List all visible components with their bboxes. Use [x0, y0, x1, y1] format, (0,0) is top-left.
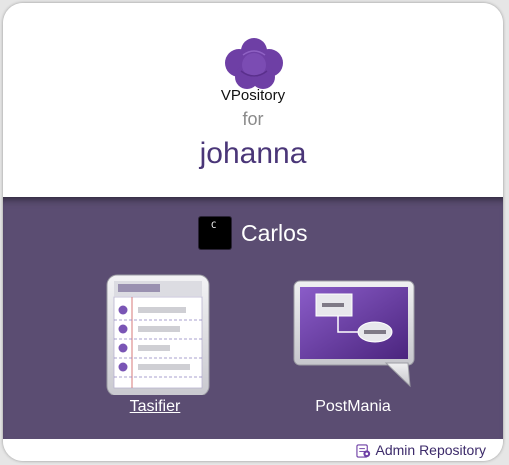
task-list-icon[interactable] — [80, 273, 230, 395]
user-name: johanna — [199, 137, 307, 170]
diagram-presentation-icon[interactable] — [278, 273, 428, 395]
account-name: Carlos — [241, 219, 308, 246]
app-label-tasifier[interactable]: Tasifier — [80, 398, 230, 416]
app-label-postmania[interactable]: PostMania — [278, 398, 428, 416]
account-icon-glyph: C — [211, 221, 217, 231]
for-label: for — [242, 109, 264, 129]
app-tile-postmania[interactable]: PostMania — [278, 273, 428, 423]
footer: Admin Repository — [3, 439, 503, 461]
account-header: C Carlos — [199, 216, 307, 250]
vpository-logo-icon — [225, 38, 283, 89]
header-section: VPository for johanna — [3, 3, 503, 197]
admin-repository-link[interactable]: Admin Repository — [355, 442, 487, 458]
admin-repository-icon — [355, 443, 370, 458]
account-terminal-icon: C — [199, 217, 231, 249]
admin-repository-label[interactable]: Admin Repository — [376, 442, 487, 458]
login-window: VPository for johanna C Carlos Tasifier … — [3, 3, 503, 461]
apps-panel: C Carlos Tasifier PostMania — [3, 197, 503, 439]
app-name: VPository — [220, 87, 286, 104]
app-tile-tasifier[interactable]: Tasifier — [80, 273, 230, 423]
